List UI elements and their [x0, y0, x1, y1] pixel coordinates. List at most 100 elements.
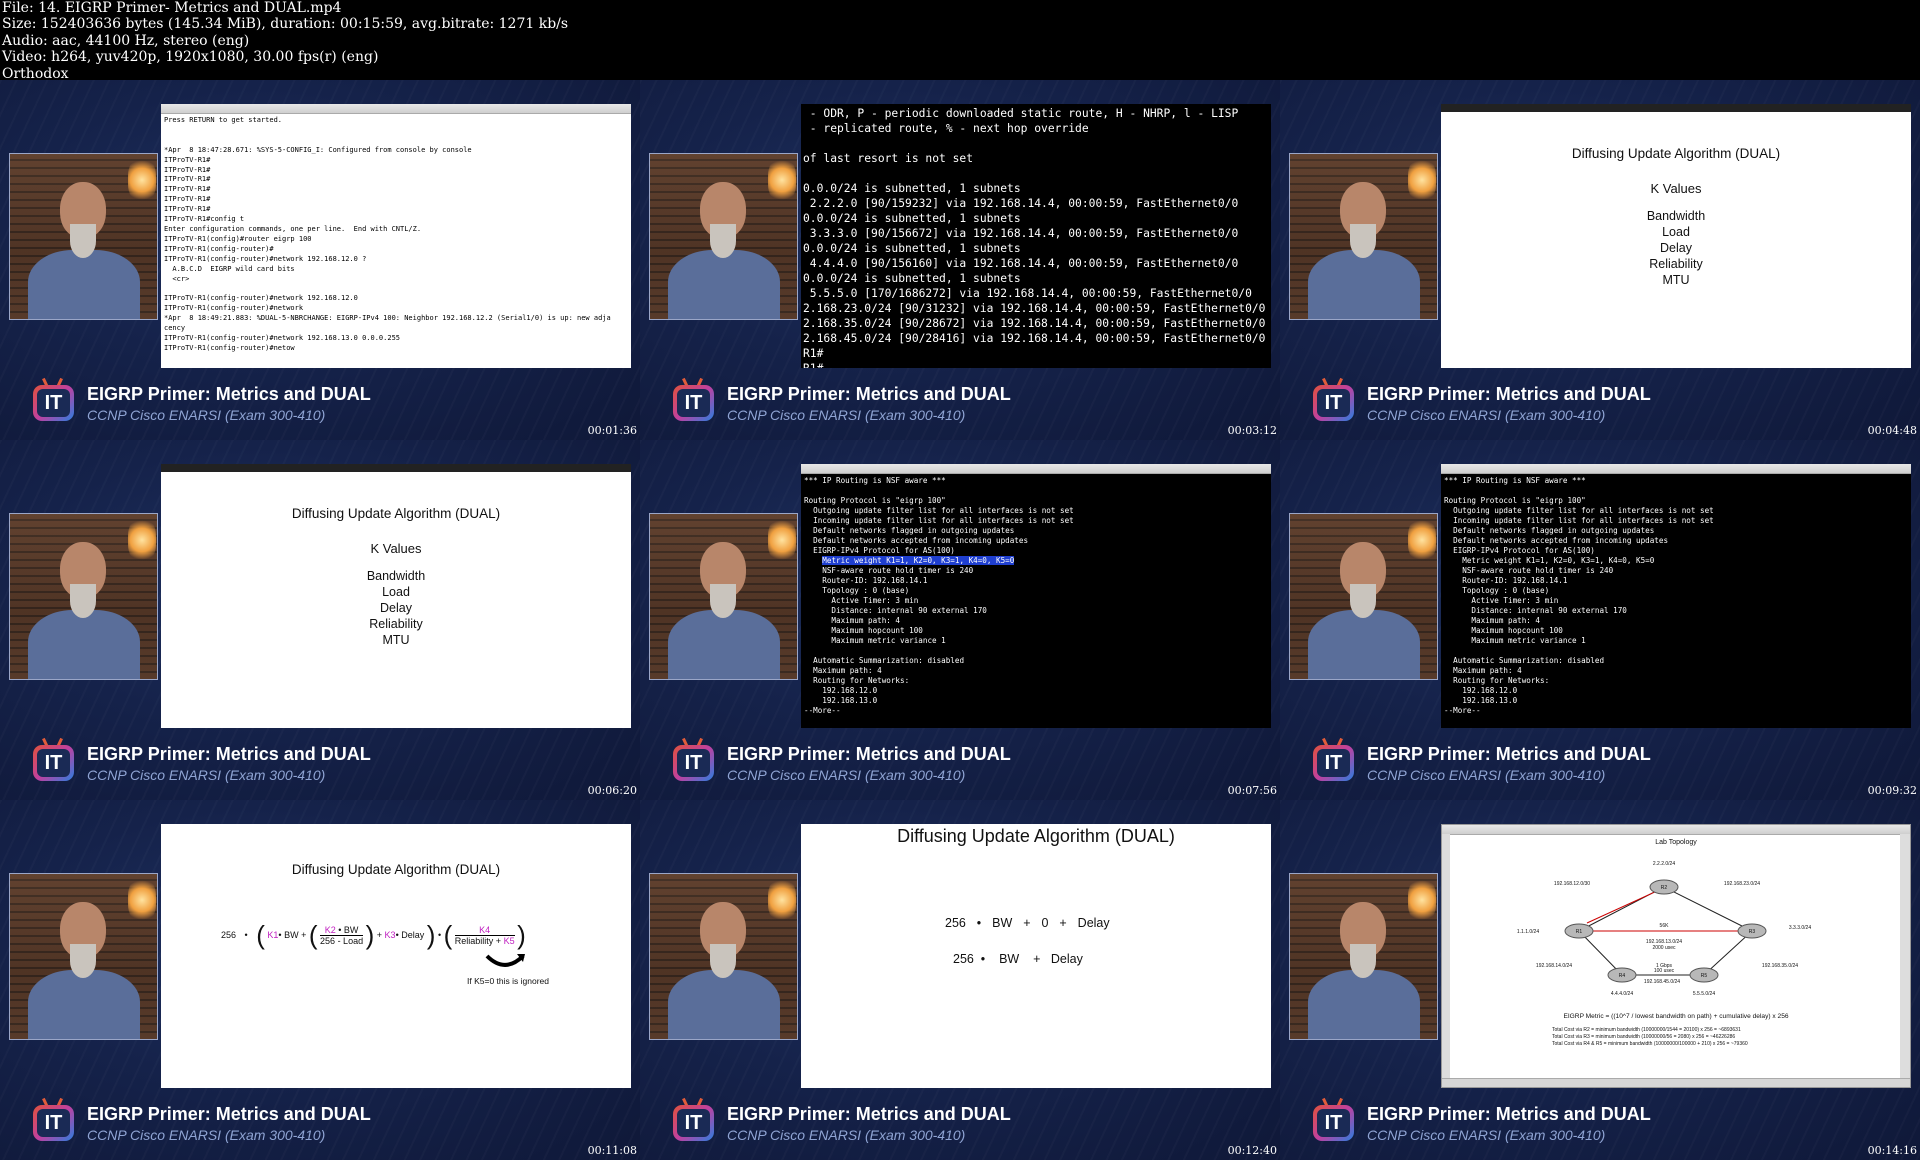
terminal-line: ITProTV-R1(config-router)#network 192.16…	[164, 294, 358, 303]
terminal-line: Maximum metric variance 1	[804, 636, 946, 645]
thumbnail-7[interactable]: Diffusing Update Algorithm (DUAL) 256 • …	[0, 800, 640, 1160]
thumbnail-6[interactable]: *** IP Routing is NSF aware *** Routing …	[1280, 440, 1920, 800]
itprotv-logo: IT	[31, 737, 76, 783]
eigrp-metric-formula: EIGRP Metric = ((10^7 / lowest bandwidth…	[1563, 1013, 1789, 1020]
presenter-video	[1289, 153, 1438, 320]
episode-title: EIGRP Primer: Metrics and DUAL	[1367, 384, 1651, 404]
slide-heading: Diffusing Update Algorithm (DUAL)	[291, 506, 501, 521]
terminal-line: Routing for Networks:	[1444, 676, 1550, 685]
svg-text:4.4.4.0/24: 4.4.4.0/24	[1611, 991, 1633, 997]
thumbnail-1[interactable]: Press RETURN to get started. *Apr 8 18:4…	[0, 80, 640, 440]
terminal-line: 0.0.0/24 is subnetted, 1 subnets	[803, 182, 1021, 195]
terminal-line: Maximum metric variance 1	[1444, 636, 1586, 645]
presenter-video	[649, 873, 798, 1040]
itprotv-logo: IT	[1311, 737, 1356, 783]
course-subtitle: CCNP Cisco ENARSI (Exam 300-410)	[87, 767, 326, 783]
episode-title: EIGRP Primer: Metrics and DUAL	[727, 744, 1011, 764]
presenter-video	[649, 513, 798, 680]
k-values-list: Bandwidth Load Delay Reliability MTU	[1646, 209, 1706, 287]
itprotv-logo: IT	[671, 377, 716, 423]
thumbnail-3[interactable]: Diffusing Update Algorithm (DUAL) K Valu…	[1280, 80, 1920, 440]
k-values-label: K Values	[1650, 181, 1702, 196]
episode-title: EIGRP Primer: Metrics and DUAL	[1367, 744, 1651, 764]
terminal-line: Incoming update filter list for all inte…	[804, 516, 1074, 525]
episode-title: EIGRP Primer: Metrics and DUAL	[87, 384, 371, 404]
thumbnail-4[interactable]: Diffusing Update Algorithm (DUAL) K Valu…	[0, 440, 640, 800]
terminal-line: ITProTV-R1(config-router)#network 192.16…	[164, 333, 401, 342]
terminal-line: 192.168.12.0	[804, 686, 878, 695]
thumbnail-5[interactable]: *** IP Routing is NSF aware *** Routing …	[640, 440, 1280, 800]
terminal-line: ITProTV-R1(config-router)#netow	[164, 343, 295, 352]
course-subtitle: CCNP Cisco ENARSI (Exam 300-410)	[1367, 767, 1606, 783]
episode-title: EIGRP Primer: Metrics and DUAL	[1367, 1104, 1651, 1124]
window-titlebar	[801, 464, 1271, 474]
timestamp: 00:12:40	[1227, 1144, 1277, 1157]
course-subtitle: CCNP Cisco ENARSI (Exam 300-410)	[727, 1127, 966, 1143]
presenter-video	[9, 513, 158, 680]
terminal-screen-5: *** IP Routing is NSF aware *** Routing …	[801, 464, 1271, 728]
slide-heading: Diffusing Update Algorithm (DUAL)	[897, 826, 1175, 846]
terminal-screen-1: Press RETURN to get started. *Apr 8 18:4…	[161, 104, 631, 368]
terminal-line: Distance: internal 90 external 170	[1444, 606, 1627, 615]
svg-text:5.5.5.0/24: 5.5.5.0/24	[1693, 991, 1715, 997]
timestamp: 00:06:20	[587, 784, 637, 797]
slide-formula: Diffusing Update Algorithm (DUAL) 256 • …	[161, 824, 631, 1088]
terminal-line: Automatic Summarization: disabled	[1444, 656, 1605, 665]
terminal-line: NSF-aware route hold timer is 240	[804, 566, 974, 575]
thumbnail-2[interactable]: - ODR, P - periodic downloaded static ro…	[640, 80, 1280, 440]
presenter-video	[649, 153, 798, 320]
terminal-line: Distance: internal 90 external 170	[804, 606, 987, 615]
terminal-line: Routing Protocol is "eigrp 100"	[804, 496, 946, 505]
timestamp: 00:03:12	[1227, 424, 1277, 437]
slide-topology: Lab Topology R1 R2 R3 R4 R5 2.2.2.0/24 1…	[1441, 824, 1911, 1088]
terminal-line: Default networks accepted from incoming …	[1444, 536, 1669, 545]
svg-text:192.168.23.0/24: 192.168.23.0/24	[1724, 881, 1760, 887]
terminal-line: ITProTV-R1#	[164, 165, 211, 174]
thumbnail-8[interactable]: Diffusing Update Algorithm (DUAL) 256 • …	[640, 800, 1280, 1160]
k-values-list: Bandwidth Load Delay Reliability MTU	[366, 569, 426, 647]
svg-text:192.168.45.0/24: 192.168.45.0/24	[1644, 979, 1680, 985]
terminal-line: *** IP Routing is NSF aware ***	[804, 476, 946, 485]
video-info: Video: h264, yuv420p, 1920x1080, 30.00 f…	[2, 49, 379, 66]
terminal-line: *** IP Routing is NSF aware ***	[1444, 476, 1586, 485]
terminal-line: A.B.C.D EIGRP wild card bits	[164, 264, 295, 273]
presenter-video	[1289, 513, 1438, 680]
terminal-line: Automatic Summarization: disabled	[804, 656, 965, 665]
slide-k-values: Diffusing Update Algorithm (DUAL) K Valu…	[161, 464, 631, 728]
slide-k-values: Diffusing Update Algorithm (DUAL) K Valu…	[1441, 104, 1911, 368]
terminal-line: 192.168.13.0	[1444, 696, 1518, 705]
show-ip-protocols-output: *** IP Routing is NSF aware *** Routing …	[801, 474, 1271, 718]
svg-text:100 usec: 100 usec	[1654, 968, 1675, 974]
terminal-line: Router-ID: 192.168.14.1	[804, 576, 928, 585]
terminal-line: ITProTV-R1(config-router)#network 192.16…	[164, 254, 367, 263]
episode-title: EIGRP Primer: Metrics and DUAL	[727, 1104, 1011, 1124]
terminal-line: ITProTV-R1(config)#router eigrp 100	[164, 234, 312, 243]
svg-text:R5: R5	[1701, 973, 1708, 979]
terminal-line: <cr>	[164, 274, 190, 283]
terminal-line: 2.2.2.0 [90/159232] via 192.168.14.4, 00…	[803, 197, 1239, 210]
terminal-line: 192.168.12.0	[1444, 686, 1518, 695]
metric-row-2: 256 • BW + Delay	[953, 952, 1083, 966]
course-subtitle: CCNP Cisco ENARSI (Exam 300-410)	[1367, 407, 1606, 423]
episode-title: EIGRP Primer: Metrics and DUAL	[87, 744, 371, 764]
terminal-line: NSF-aware route hold timer is 240	[1444, 566, 1614, 575]
terminal-line: 3.3.3.0 [90/156672] via 192.168.14.4, 00…	[803, 227, 1239, 240]
terminal-line: 4.4.4.0 [90/156160] via 192.168.14.4, 00…	[803, 257, 1239, 270]
window-titlebar	[161, 104, 631, 114]
terminal-line: 0.0.0/24 is subnetted, 1 subnets	[803, 272, 1021, 285]
svg-text:R2: R2	[1661, 885, 1668, 891]
course-subtitle: CCNP Cisco ENARSI (Exam 300-410)	[727, 407, 966, 423]
thumbnail-9[interactable]: Lab Topology R1 R2 R3 R4 R5 2.2.2.0/24 1…	[1280, 800, 1920, 1160]
slide-heading: Diffusing Update Algorithm (DUAL)	[291, 862, 501, 877]
terminal-line: Topology : 0 (base)	[1444, 586, 1550, 595]
topology-diagram: R1 R2 R3 R4 R5 2.2.2.0/24 192.168.12.0/3…	[1517, 861, 1811, 997]
terminal-line: ITProTV-R1(config-router)#network	[164, 304, 304, 313]
file-size: Size: 152403636 bytes (145.34 MiB), dura…	[2, 16, 569, 33]
metric-formula: 256 • ( K1• BW + ( K2 • BW 256 - Load ) +…	[221, 920, 526, 950]
